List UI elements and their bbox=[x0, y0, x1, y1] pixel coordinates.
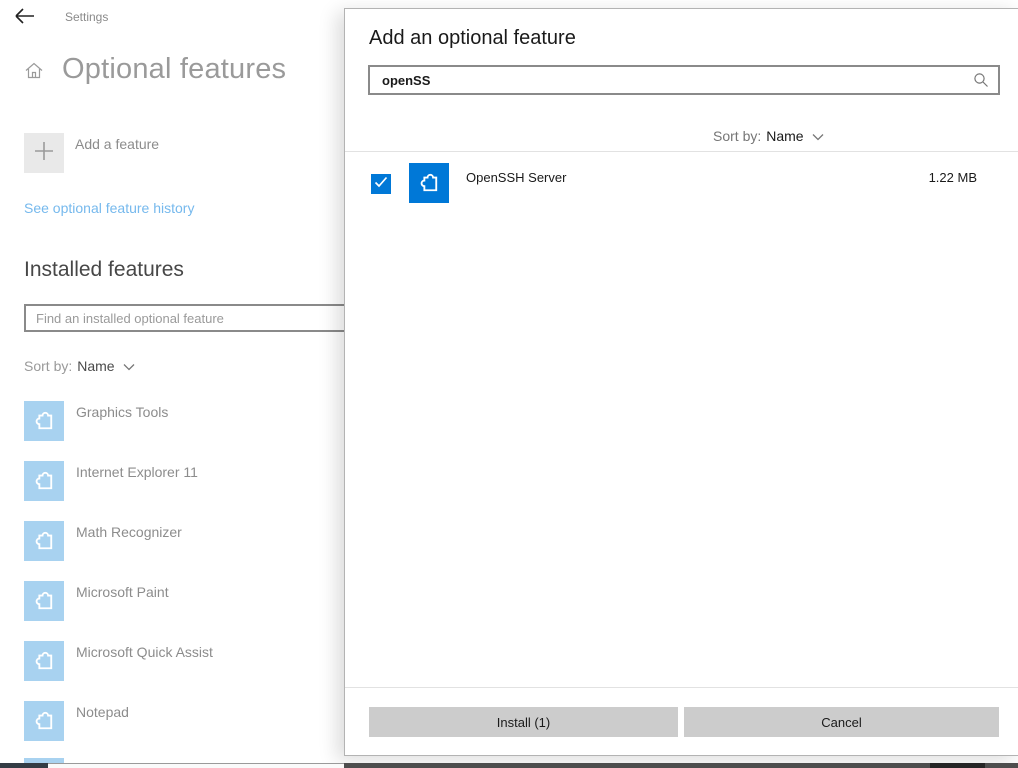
checkmark-icon bbox=[374, 175, 388, 193]
feature-name: Notepad bbox=[76, 701, 129, 720]
list-item[interactable]: Microsoft Paint bbox=[24, 581, 169, 621]
puzzle-piece-icon bbox=[24, 401, 64, 441]
back-arrow-icon[interactable] bbox=[14, 6, 38, 28]
result-checkbox[interactable] bbox=[371, 174, 391, 194]
taskbar-segment bbox=[0, 763, 48, 768]
result-name: OpenSSH Server bbox=[466, 170, 566, 185]
result-size: 1.22 MB bbox=[929, 170, 977, 185]
list-item[interactable]: Notepad bbox=[24, 701, 129, 741]
dialog-search-input[interactable] bbox=[368, 65, 1000, 95]
puzzle-piece-icon bbox=[24, 701, 64, 741]
install-button[interactable]: Install (1) bbox=[369, 707, 678, 737]
feature-name: Math Recognizer bbox=[76, 521, 182, 540]
feature-name: Graphics Tools bbox=[76, 401, 168, 420]
puzzle-piece-icon bbox=[24, 521, 64, 561]
optional-feature-history-link[interactable]: See optional feature history bbox=[24, 200, 194, 216]
list-item[interactable]: Math Recognizer bbox=[24, 521, 182, 561]
puzzle-piece-icon bbox=[24, 581, 64, 621]
sort-by-dropdown[interactable]: Sort by: Name bbox=[24, 358, 135, 374]
add-optional-feature-dialog: Add an optional feature Sort by: Name Op… bbox=[344, 8, 1018, 756]
feature-name: Internet Explorer 11 bbox=[76, 461, 198, 480]
dialog-title: Add an optional feature bbox=[369, 27, 576, 50]
sort-by-value: Name bbox=[77, 358, 114, 374]
list-item[interactable]: Graphics Tools bbox=[24, 401, 168, 441]
sort-by-label: Sort by: bbox=[24, 358, 72, 374]
app-title: Settings bbox=[65, 10, 108, 24]
search-icon[interactable] bbox=[973, 72, 989, 93]
divider bbox=[345, 151, 1018, 152]
puzzle-piece-icon bbox=[24, 641, 64, 681]
settings-window: Settings Optional features Add a feature… bbox=[0, 0, 1018, 768]
taskbar-segment bbox=[930, 763, 985, 768]
taskbar-segment bbox=[344, 763, 1018, 768]
home-icon bbox=[25, 62, 43, 84]
sort-by-label: Sort by: bbox=[713, 128, 761, 144]
add-feature-label[interactable]: Add a feature bbox=[75, 136, 159, 152]
chevron-down-icon bbox=[123, 358, 135, 374]
sort-by-value: Name bbox=[766, 128, 803, 144]
installed-features-heading: Installed features bbox=[24, 258, 184, 282]
plus-icon bbox=[33, 138, 55, 169]
list-item[interactable]: Microsoft Quick Assist bbox=[24, 641, 213, 681]
page-title: Optional features bbox=[62, 53, 286, 86]
dialog-sort-by-dropdown[interactable]: Sort by: Name bbox=[713, 128, 824, 144]
puzzle-piece-icon bbox=[24, 461, 64, 501]
add-feature-button[interactable] bbox=[24, 133, 64, 173]
divider bbox=[345, 687, 1018, 688]
feature-name: Microsoft Paint bbox=[76, 581, 169, 600]
window-bottom-edge bbox=[48, 763, 344, 768]
puzzle-piece-icon bbox=[409, 163, 449, 203]
list-item[interactable]: Internet Explorer 11 bbox=[24, 461, 198, 501]
feature-name: Microsoft Quick Assist bbox=[76, 641, 213, 660]
cancel-button[interactable]: Cancel bbox=[684, 707, 999, 737]
search-result-row[interactable]: OpenSSH Server 1.22 MB bbox=[345, 161, 1001, 223]
chevron-down-icon bbox=[812, 128, 824, 144]
